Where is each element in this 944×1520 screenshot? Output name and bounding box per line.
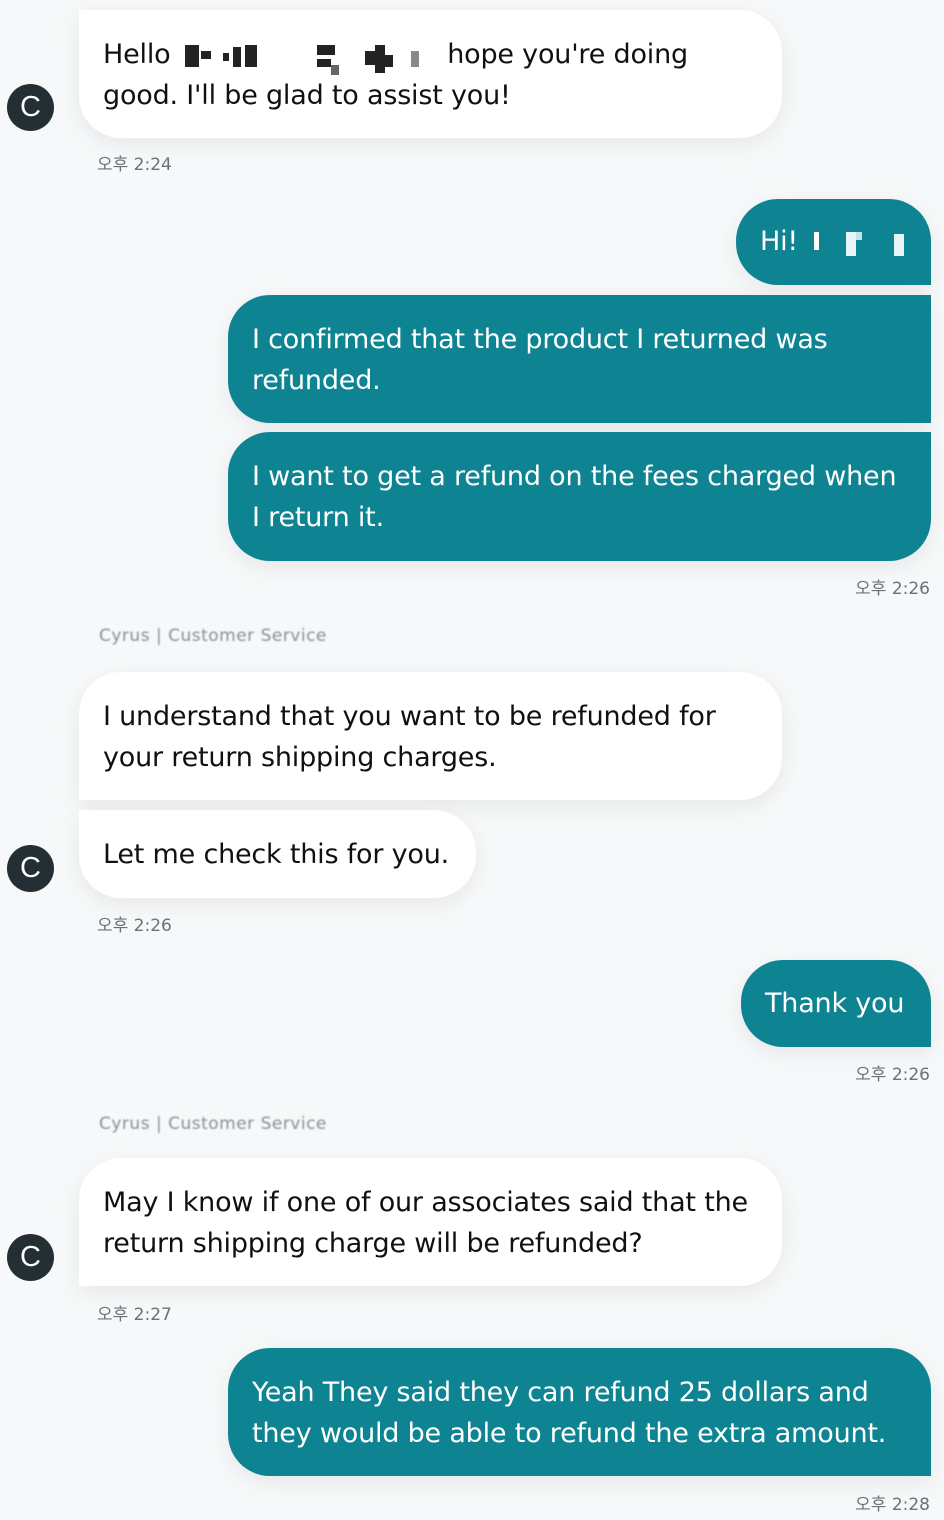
user-message: I want to get a refund on the fees charg… xyxy=(228,432,931,561)
message-text: hope you're doing xyxy=(447,39,688,70)
agent-message: I understand that you want to be refunde… xyxy=(79,672,782,800)
message-timestamp: 오후 2:27 xyxy=(97,1305,172,1325)
message-timestamp: 오후 2:24 xyxy=(97,155,172,175)
message-text: I want to get a refund on the fees charg… xyxy=(252,461,897,533)
message-text: May I know if one of our associates said… xyxy=(103,1187,748,1259)
agent-avatar: C xyxy=(7,1234,54,1281)
agent-message: Hello hope you're doing good. I'll be gl… xyxy=(79,10,782,138)
message-text-line2: good. I'll be glad to assist you! xyxy=(103,80,511,111)
sender-label: Cyrus | Customer Service xyxy=(99,626,327,646)
redacted-name xyxy=(806,228,906,258)
message-text: I confirmed that the product I returned … xyxy=(252,324,828,396)
user-message: I confirmed that the product I returned … xyxy=(228,295,931,423)
message-text: Yeah They said they can refund 25 dollar… xyxy=(252,1377,887,1449)
message-text: I understand that you want to be refunde… xyxy=(103,701,716,773)
user-message: Thank you xyxy=(741,960,931,1047)
agent-message: Let me check this for you. xyxy=(79,810,476,898)
message-timestamp: 오후 2:26 xyxy=(855,1065,930,1085)
user-message: Yeah They said they can refund 25 dollar… xyxy=(228,1348,931,1476)
message-text: Let me check this for you. xyxy=(103,839,450,870)
sender-label: Cyrus | Customer Service xyxy=(99,1114,327,1134)
message-timestamp: 오후 2:28 xyxy=(855,1495,930,1515)
redacted-name xyxy=(179,41,439,75)
message-greeting: Hello xyxy=(103,39,171,70)
message-text: Thank you xyxy=(765,988,905,1019)
message-timestamp: 오후 2:26 xyxy=(97,916,172,936)
message-text: Hi! xyxy=(760,226,799,257)
message-timestamp: 오후 2:26 xyxy=(855,579,930,599)
agent-message: May I know if one of our associates said… xyxy=(79,1158,782,1286)
chat-transcript: Hello hope you're doing good. I'll be gl… xyxy=(0,0,944,1520)
user-message: Hi! xyxy=(736,199,931,285)
agent-avatar: C xyxy=(7,84,54,131)
agent-avatar: C xyxy=(7,845,54,892)
